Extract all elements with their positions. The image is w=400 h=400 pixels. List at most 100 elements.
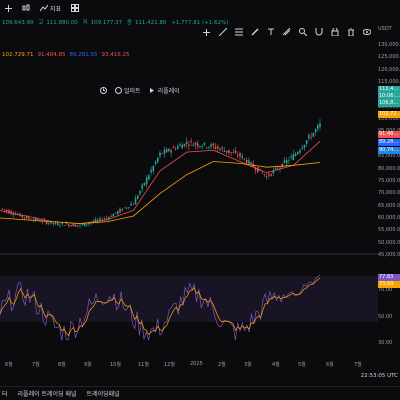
lock-tool[interactable]	[328, 26, 341, 38]
ma-value-2: 91,484.85	[37, 52, 66, 58]
lock-icon	[331, 28, 339, 36]
candle	[165, 149, 168, 153]
candle	[65, 223, 68, 225]
magnet-tool[interactable]	[312, 26, 325, 38]
pen-tool[interactable]	[248, 26, 261, 38]
candle	[63, 225, 66, 226]
fib-tool[interactable]	[232, 26, 245, 38]
tab-trading-panel[interactable]: 트레이딩패널	[87, 389, 120, 398]
layout-button[interactable]	[68, 4, 82, 12]
candle	[117, 211, 119, 215]
candle	[217, 146, 219, 149]
ma-value-1: 102,729.71	[2, 52, 34, 58]
trendline-tool[interactable]	[216, 26, 229, 38]
price-tick: 75,000.00	[378, 177, 400, 184]
month-tick: 2월	[218, 362, 226, 368]
price-tag: 102,72…	[378, 111, 400, 118]
candle	[59, 225, 61, 226]
price-tick: 120,000.00	[378, 66, 400, 73]
cursor-icon	[203, 28, 210, 36]
candle	[74, 224, 77, 227]
zoom-tool[interactable]	[296, 26, 309, 38]
candle	[297, 152, 299, 155]
cursor-tool[interactable]	[200, 26, 213, 38]
ohlc-open: 109,643.99	[2, 20, 34, 26]
candle	[208, 146, 210, 148]
trash-icon	[347, 28, 355, 36]
candle	[319, 123, 321, 128]
price-tag: 77.83	[378, 274, 400, 281]
measure-tool[interactable]	[280, 26, 293, 38]
text-icon	[267, 28, 275, 36]
candle	[110, 216, 112, 217]
candle	[265, 176, 268, 178]
indicators-button[interactable]: 지표	[37, 4, 64, 13]
month-tick: 7월	[32, 362, 40, 368]
candle	[301, 147, 303, 150]
candle	[143, 182, 146, 186]
magnet-icon	[315, 28, 323, 36]
month-tick: 9월	[84, 362, 92, 368]
candle	[225, 150, 228, 153]
candle	[270, 173, 272, 176]
candle	[45, 221, 48, 224]
candle	[81, 224, 83, 226]
candle	[139, 190, 141, 194]
candle	[114, 212, 117, 214]
candle	[288, 160, 290, 162]
month-tick: 3월	[244, 362, 252, 368]
candle	[103, 218, 106, 220]
candle	[279, 167, 281, 169]
add-symbol-button[interactable]	[2, 4, 15, 12]
pen-icon	[250, 28, 259, 36]
candle	[105, 218, 108, 219]
price-tick: 125,000.00	[378, 54, 400, 61]
candle	[145, 177, 148, 185]
candle	[210, 144, 212, 147]
price-tick: 45,000.00	[378, 252, 400, 258]
candle	[177, 146, 179, 149]
candle	[228, 149, 230, 153]
candle	[197, 143, 199, 147]
candle	[241, 156, 243, 158]
trash-tool[interactable]	[344, 26, 357, 38]
month-tick: 5월	[298, 362, 306, 368]
candle	[1, 208, 3, 210]
price-tag: 89,28…	[378, 139, 400, 146]
candle	[312, 132, 315, 137]
candle	[3, 209, 6, 211]
tab-0[interactable]: 터	[2, 389, 8, 398]
ohlc-legend: 109,643.99 고 111,880.00 저 109,177.37 종 111,…	[2, 18, 231, 26]
ohlc-close-prefix: 종	[126, 20, 132, 26]
eye-tool[interactable]	[360, 26, 373, 38]
price-tick: 85,000.00	[378, 153, 400, 160]
top-toolbar: 지표	[0, 0, 400, 16]
candle	[181, 144, 183, 149]
candle	[188, 144, 190, 146]
candle	[170, 150, 172, 153]
candle	[128, 207, 130, 208]
candle	[150, 169, 152, 173]
candle	[163, 149, 166, 154]
price-chart[interactable]	[0, 90, 378, 360]
candle	[185, 141, 188, 145]
candle	[194, 142, 197, 145]
text-tool[interactable]	[264, 26, 277, 38]
month-tick: 10월	[110, 362, 121, 368]
month-tick: 6월	[326, 362, 334, 368]
candle	[148, 175, 150, 180]
candle	[54, 222, 57, 224]
drawing-toolbar	[200, 26, 373, 38]
month-tick: 12월	[164, 362, 175, 368]
candles-icon	[22, 4, 30, 12]
candle	[201, 146, 203, 148]
candle	[85, 224, 88, 226]
candle	[232, 152, 235, 154]
candle	[52, 222, 55, 224]
candle	[23, 216, 26, 218]
tab-replay-trading-panel[interactable]: 리플레이 트레이딩 패널	[18, 389, 77, 398]
candle	[154, 161, 157, 164]
chart-type-button[interactable]	[19, 4, 33, 12]
price-tag: 111,4…	[378, 86, 400, 93]
price-tag: 73.03	[378, 281, 400, 288]
